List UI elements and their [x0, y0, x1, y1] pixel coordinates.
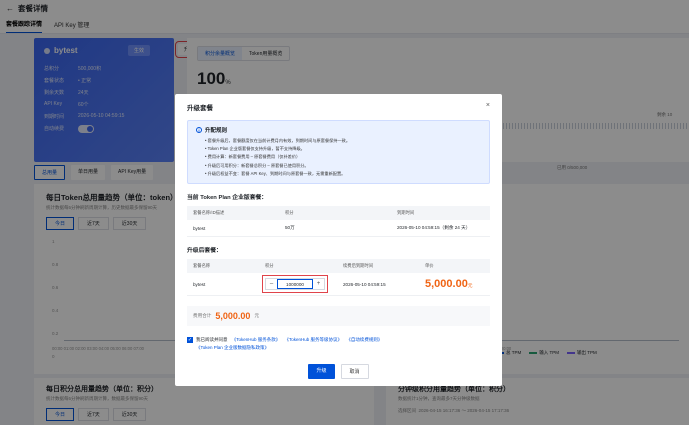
decrement-button[interactable]: – [266, 281, 277, 287]
dialog-title: 升级套餐 [187, 105, 213, 112]
unit-price: 5,000.00元 [425, 278, 473, 291]
cancel-button[interactable]: 取消 [340, 364, 369, 379]
table-row: bytest – 1000000 + 2026-05-10 04:59:15 5… [187, 273, 490, 297]
points-input[interactable]: 1000000 [277, 279, 313, 290]
confirm-upgrade-button[interactable]: 升级 [308, 364, 335, 379]
table-header: 套餐名称/ID描述 积分 到期时间 [187, 206, 490, 221]
privacy-link[interactable]: 《Token Plan 企业版数据隐私政策》 [196, 345, 269, 350]
current-package-table: 套餐名称/ID描述 积分 到期时间 bytest 50万 2026-05-10 … [187, 206, 490, 238]
dialog-actions: 升级 取消 [175, 364, 502, 379]
rule-item: Token Plan 企业版套餐仅支持升级，暂不支持降级。 [205, 145, 481, 153]
after-package-title: 升级后套餐： [187, 248, 222, 255]
auto-renew-link[interactable]: 《自动续费规则》 [346, 337, 382, 342]
table-row: bytest 50万 2026-05-10 04:59:15（剩余 24 天） [187, 220, 490, 238]
agreement: ✓ 我已阅读并同意 《TokenHub 服务条款》 《TokenHub 服务等级… [187, 337, 383, 351]
current-package-title: 当前 Token Plan 企业版套餐： [187, 195, 268, 202]
agree-checkbox[interactable]: ✓ [187, 337, 193, 344]
rule-item: 升级后可用积分：新套餐总积分 – 原套餐已使用积分。 [205, 162, 481, 170]
info-icon: i [196, 127, 202, 133]
rules-list: 套餐升级后，套餐额度仅在当前计费月内有效，到期时间与原套餐保持一致。 Token… [196, 137, 481, 178]
rule-item: 套餐升级后，套餐额度仅在当前计费月内有效，到期时间与原套餐保持一致。 [205, 137, 481, 145]
upgrade-dialog: 升级套餐 × i升配规则 套餐升级后，套餐额度仅在当前计费月内有效，到期时间与原… [175, 94, 502, 386]
upgrade-rules: i升配规则 套餐升级后，套餐额度仅在当前计费月内有效，到期时间与原套餐保持一致。… [187, 120, 490, 185]
rule-item: 费用计算：新套餐费用 – 原套餐费用（仅补差价） [205, 153, 481, 161]
terms-link[interactable]: 《TokenHub 服务条款》 [232, 337, 281, 342]
close-icon[interactable]: × [486, 102, 490, 109]
total-cost: 费用合计 5,000.00 元 [187, 306, 490, 327]
rules-title: 升配规则 [205, 128, 228, 134]
increment-button[interactable]: + [313, 281, 324, 287]
after-package-table: 套餐名称 积分 续费后到期时间 单价 bytest – 1000000 + 20… [187, 259, 490, 297]
sla-link[interactable]: 《TokenHub 服务等级协议》 [285, 337, 343, 342]
table-header: 套餐名称 积分 续费后到期时间 单价 [187, 259, 490, 274]
rule-item: 升级后权益不变：套餐 API Key、到期时间与原套餐一致，无需重新配置。 [205, 170, 481, 178]
points-stepper: – 1000000 + [262, 275, 328, 294]
